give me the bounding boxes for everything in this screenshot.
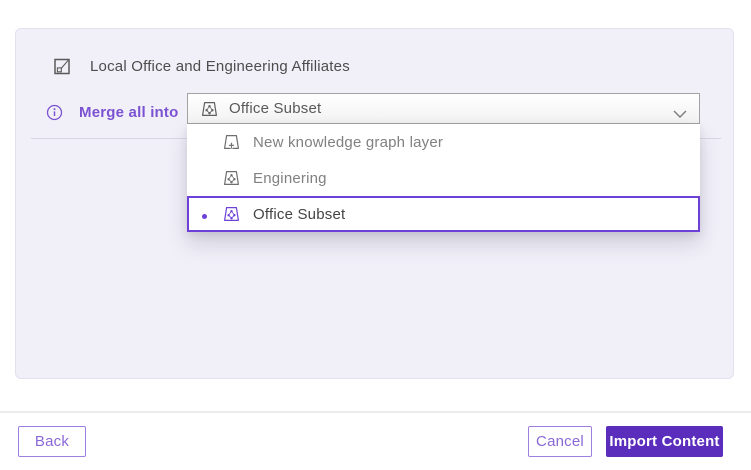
import-content-button[interactable]: Import Content xyxy=(606,426,723,457)
merge-target-dropdown: Office Subset New knowledge graph layer xyxy=(187,93,700,124)
merge-all-into-row: Merge all into xyxy=(46,103,178,121)
merge-target-select[interactable]: Office Subset xyxy=(187,93,700,124)
option-enginering[interactable]: Enginering xyxy=(187,160,700,196)
knowledge-graph-layer-icon xyxy=(223,170,240,186)
option-label: Office Subset xyxy=(253,206,345,223)
knowledge-graph-layer-icon xyxy=(223,206,240,222)
link-chart-icon xyxy=(54,58,71,75)
merge-target-options-menu: New knowledge graph layer Enginering xyxy=(187,124,700,232)
option-new-knowledge-graph-layer[interactable]: New knowledge graph layer xyxy=(187,124,700,160)
import-content-dialog: Local Office and Engineering Affiliates … xyxy=(0,0,751,470)
selected-bullet-icon xyxy=(202,214,207,219)
option-office-subset-selected[interactable]: Office Subset xyxy=(187,196,700,232)
footer-divider xyxy=(0,411,751,413)
back-button[interactable]: Back xyxy=(18,426,86,457)
source-layer-label: Local Office and Engineering Affiliates xyxy=(90,58,350,75)
layer-add-icon xyxy=(223,134,240,150)
cancel-button[interactable]: Cancel xyxy=(528,426,592,457)
option-label: New knowledge graph layer xyxy=(253,134,443,151)
option-label: Enginering xyxy=(253,170,327,187)
selected-option-label: Office Subset xyxy=(229,100,321,117)
chevron-down-icon xyxy=(673,105,687,113)
info-icon[interactable] xyxy=(46,104,63,121)
knowledge-graph-layer-icon xyxy=(201,101,218,117)
source-layer-row: Local Office and Engineering Affiliates xyxy=(54,56,350,76)
merge-all-into-label: Merge all into xyxy=(79,104,178,121)
